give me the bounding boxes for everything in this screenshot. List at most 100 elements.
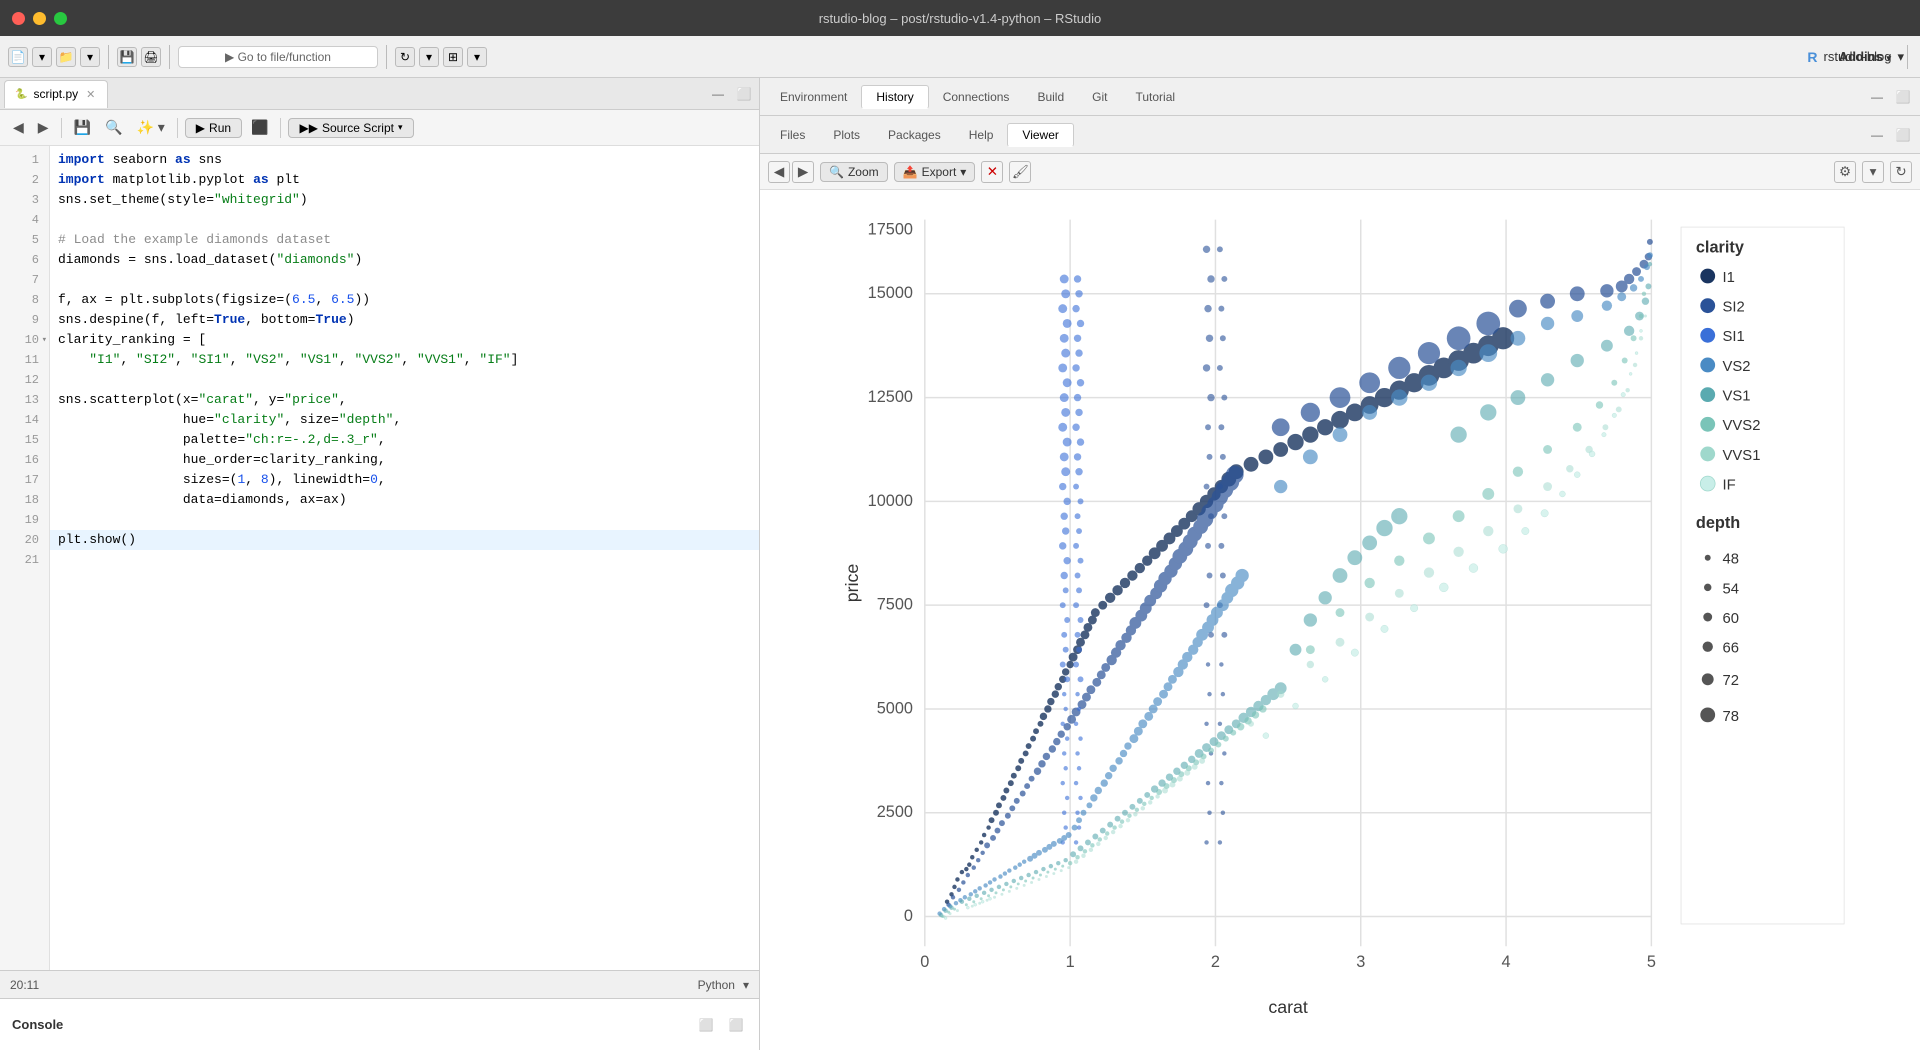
cursor-position: 20:11 — [10, 978, 39, 992]
ln-19: 19 — [0, 510, 49, 530]
viewer-forward-button[interactable]: ▶ — [792, 161, 814, 183]
svg-text:price: price — [842, 564, 862, 603]
tab-plots[interactable]: Plots — [819, 124, 874, 146]
forward-button[interactable]: ▶ — [33, 117, 54, 138]
rstudio-icon: R — [1807, 49, 1817, 65]
svg-text:IF: IF — [1723, 478, 1736, 494]
viewer-refresh-button[interactable]: ↻ — [1890, 161, 1912, 183]
code-editor[interactable]: 1 2 3 4 5 6 7 8 9 10▾ 11 12 13 14 15 16 … — [0, 146, 759, 970]
viewer-back-button[interactable]: ◀ — [768, 161, 790, 183]
open-file-dropdown[interactable]: ▾ — [80, 47, 100, 67]
svg-text:1: 1 — [1066, 953, 1075, 971]
expand-console-button[interactable]: ⬜ — [725, 1014, 747, 1036]
refresh-button[interactable]: ↻ — [395, 47, 415, 67]
code-line-13: sns.scatterplot(x="carat", y="price", — [50, 390, 759, 410]
svg-text:7500: 7500 — [877, 596, 913, 614]
viewer-dropdown-button[interactable]: ▾ — [1862, 161, 1884, 183]
python-file-icon: 🐍 — [15, 89, 27, 100]
console-label: Console — [12, 1017, 63, 1032]
save-button[interactable]: 💾 — [117, 47, 137, 67]
tab-label: script.py — [33, 87, 78, 101]
export-icon: 📤 — [903, 165, 918, 179]
source-icon: ▶▶ — [299, 121, 317, 135]
tab-viewer[interactable]: Viewer — [1007, 123, 1073, 147]
open-file-button[interactable]: 📁 — [56, 47, 76, 67]
expand-bottom-pane-button[interactable]: ⬜ — [1892, 124, 1914, 146]
print-button[interactable]: 🖨 — [141, 47, 161, 67]
ln-10: 10▾ — [0, 330, 49, 350]
code-line-15: palette="ch:r=-.2,d=.3_r", — [50, 430, 759, 450]
close-button[interactable] — [12, 12, 25, 25]
collapse-editor-button[interactable]: — — [707, 83, 729, 105]
run-icon: ▶ — [196, 121, 205, 135]
toolbar-sep-4 — [1907, 45, 1908, 69]
ln-6: 6 — [0, 250, 49, 270]
svg-text:carat: carat — [1268, 997, 1308, 1017]
svg-text:10000: 10000 — [868, 492, 913, 510]
magic-wand-button[interactable]: ✨ ▾ — [131, 117, 169, 138]
viewer-config-button[interactable]: ⚙ — [1834, 161, 1856, 183]
code-line-4 — [50, 210, 759, 230]
expand-editor-button[interactable]: ⬜ — [733, 83, 755, 105]
editor-toolbar: ◀ ▶ 💾 🔍 ✨ ▾ ▶ Run ⬛ ▶▶ Source Script ▾ — [0, 110, 759, 146]
traffic-lights — [12, 12, 67, 25]
svg-text:2: 2 — [1211, 953, 1220, 971]
back-button[interactable]: ◀ — [8, 117, 29, 138]
run-button[interactable]: ▶ Run — [185, 118, 242, 138]
grid-dropdown[interactable]: ▾ — [467, 47, 487, 67]
plot-area: 0 2500 5000 7500 10000 12500 15000 17500… — [760, 190, 1920, 1050]
remove-plot-button[interactable]: ✕ — [981, 161, 1003, 183]
tab-close-button[interactable]: ✕ — [84, 88, 97, 101]
svg-text:15000: 15000 — [868, 284, 913, 302]
script-tab[interactable]: 🐍 script.py ✕ — [4, 80, 108, 108]
tab-packages[interactable]: Packages — [874, 124, 955, 146]
tab-connections[interactable]: Connections — [929, 86, 1024, 108]
svg-text:4: 4 — [1502, 953, 1511, 971]
tab-help[interactable]: Help — [955, 124, 1008, 146]
tab-build[interactable]: Build — [1023, 86, 1078, 108]
svg-text:depth: depth — [1696, 514, 1740, 532]
save-script-button[interactable]: 💾 — [69, 117, 96, 138]
svg-text:5000: 5000 — [877, 699, 913, 717]
ln-12: 12 — [0, 370, 49, 390]
ln-7: 7 — [0, 270, 49, 290]
ln-20: 20 — [0, 530, 49, 550]
tab-git[interactable]: Git — [1078, 86, 1121, 108]
tab-history[interactable]: History — [861, 85, 928, 109]
zoom-button[interactable]: 🔍 Zoom — [820, 162, 888, 182]
code-line-1: import seaborn as sns — [50, 150, 759, 170]
new-file-dropdown[interactable]: ▾ — [32, 47, 52, 67]
new-file-button[interactable]: 📄 — [8, 47, 28, 67]
collapse-bottom-pane-button[interactable]: — — [1866, 124, 1888, 146]
find-button[interactable]: 🔍 — [100, 117, 127, 138]
maximize-button[interactable] — [54, 12, 67, 25]
source-dropdown-arrow: ▾ — [398, 122, 403, 133]
grid-button[interactable]: ⊞ — [443, 47, 463, 67]
collapse-top-pane-button[interactable]: — — [1866, 86, 1888, 108]
collapse-console-button[interactable]: ⬜ — [695, 1014, 717, 1036]
minimize-button[interactable] — [33, 12, 46, 25]
ln-21: 21 — [0, 550, 49, 570]
code-line-5: # Load the example diamonds dataset — [50, 230, 759, 250]
toolbar-sep-3 — [386, 45, 387, 69]
run-extra-button[interactable]: ⬛ — [246, 117, 273, 138]
expand-top-pane-button[interactable]: ⬜ — [1892, 86, 1914, 108]
refresh-dropdown[interactable]: ▾ — [419, 47, 439, 67]
tab-tutorial[interactable]: Tutorial — [1121, 86, 1189, 108]
export-button[interactable]: 📤 Export ▾ — [894, 162, 976, 182]
zoom-icon: 🔍 — [829, 165, 844, 179]
console-area: Console ⬜ ⬜ — [0, 998, 759, 1050]
tab-environment[interactable]: Environment — [766, 86, 861, 108]
code-line-2: import matplotlib.pyplot as plt — [50, 170, 759, 190]
svg-text:66: 66 — [1723, 641, 1739, 657]
code-line-20: plt.show() — [50, 530, 759, 550]
code-line-12 — [50, 370, 759, 390]
editor-statusbar: 20:11 Python ▾ — [0, 970, 759, 998]
svg-text:60: 60 — [1723, 611, 1739, 627]
goto-file-function[interactable]: ▶ Go to file/function — [178, 46, 378, 68]
ln-1: 1 — [0, 150, 49, 170]
editor-tab-actions: — ⬜ — [707, 83, 755, 105]
source-script-button[interactable]: ▶▶ Source Script ▾ — [288, 118, 413, 138]
tab-files[interactable]: Files — [766, 124, 819, 146]
brush-button[interactable]: 🖌 — [1009, 161, 1031, 183]
